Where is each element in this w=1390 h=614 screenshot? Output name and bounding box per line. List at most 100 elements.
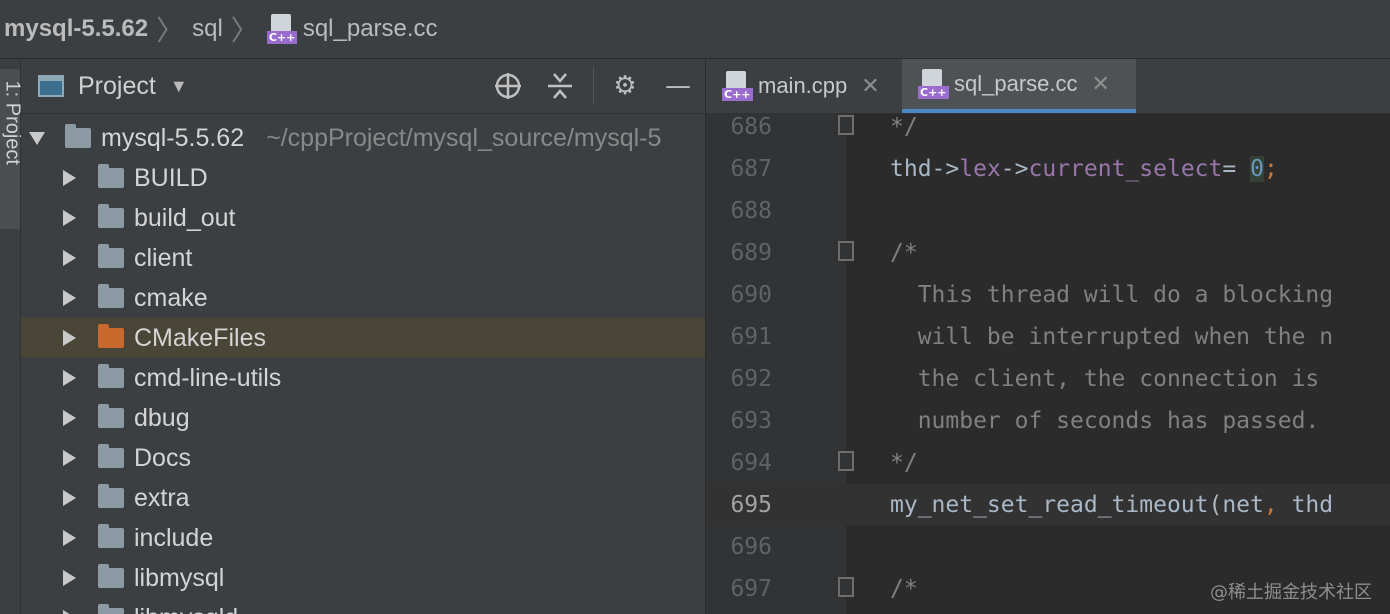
editor-tab-bar: C++ main.cpp ✕ C++ sql_parse.cc ✕ xyxy=(706,59,1390,114)
project-view-selector[interactable]: Project xyxy=(78,72,156,101)
project-tool-tab[interactable]: 1: Project xyxy=(0,69,24,229)
code-text: will be interrupted when the n xyxy=(890,316,1333,358)
tree-item[interactable]: cmake xyxy=(21,278,705,318)
line-number: 692 xyxy=(730,366,772,392)
code-area[interactable]: 686 */ 687 thd->lex->current_select= 0; 688 6… xyxy=(706,114,1390,614)
line-number: 694 xyxy=(730,450,772,476)
expand-arrow-icon[interactable] xyxy=(63,450,76,466)
code-text: the client, the connection is xyxy=(890,358,1320,400)
code-token: 0 xyxy=(1250,156,1264,182)
fold-marker-icon[interactable] xyxy=(838,451,854,471)
close-icon[interactable]: ✕ xyxy=(861,74,879,99)
tree-item[interactable]: dbug xyxy=(21,398,705,438)
folder-icon xyxy=(98,404,124,428)
tree-item[interactable]: extra xyxy=(21,478,705,518)
tab-label: sql_parse.cc xyxy=(954,71,1078,96)
code-line[interactable]: 694 */ xyxy=(706,442,1390,484)
editor: C++ main.cpp ✕ C++ sql_parse.cc ✕ 686 */6… xyxy=(706,59,1390,614)
code-text: number of seconds has passed. xyxy=(890,400,1320,442)
code-line[interactable]: 687 thd->lex->current_select= 0; xyxy=(706,148,1390,190)
code-token: */ xyxy=(890,450,918,476)
hide-icon[interactable]: — xyxy=(663,71,693,101)
tab-sql-parse-cc[interactable]: C++ sql_parse.cc ✕ xyxy=(902,59,1136,113)
tree-root-label: mysql-5.5.62 xyxy=(101,123,245,152)
code-line[interactable]: 691 will be interrupted when the n xyxy=(706,316,1390,358)
line-number: 689 xyxy=(730,240,772,266)
tree-item[interactable]: libmysql xyxy=(21,558,705,598)
line-number: 688 xyxy=(730,198,772,224)
expand-arrow-icon[interactable] xyxy=(63,530,76,546)
code-token: -> xyxy=(1000,156,1029,182)
chevron-down-icon[interactable]: ▼ xyxy=(170,76,188,97)
code-line[interactable]: 690 This thread will do a blocking xyxy=(706,274,1390,316)
tree-root[interactable]: mysql-5.5.62 ~/cppProject/mysql_source/m… xyxy=(21,118,705,158)
tree-item-label: build_out xyxy=(134,203,236,232)
expand-arrow-icon[interactable] xyxy=(63,210,76,226)
folder-icon xyxy=(65,124,91,148)
line-number: 696 xyxy=(730,534,772,560)
tree-root-path: ~/cppProject/mysql_source/mysql-5 xyxy=(266,123,662,152)
expand-arrow-icon[interactable] xyxy=(63,250,76,266)
expand-arrow-icon[interactable] xyxy=(63,570,76,586)
fold-marker-icon[interactable] xyxy=(838,115,854,135)
expand-arrow-icon[interactable] xyxy=(63,330,76,346)
line-number: 690 xyxy=(730,282,772,308)
tree-item[interactable]: include xyxy=(21,518,705,558)
code-text: thd->lex->current_select= 0; xyxy=(890,148,1278,190)
code-token: /* xyxy=(890,240,918,266)
expand-arrow-icon[interactable] xyxy=(63,610,76,614)
folder-icon xyxy=(98,524,124,548)
code-token: the client, the connection is xyxy=(890,366,1320,392)
code-token: lex xyxy=(959,156,1001,182)
collapse-all-icon[interactable] xyxy=(545,71,575,101)
tree-item[interactable]: build_out xyxy=(21,198,705,238)
expand-arrow-icon[interactable] xyxy=(63,370,76,386)
tree-item-label: cmd-line-utils xyxy=(134,363,282,392)
code-line[interactable]: 686 */ xyxy=(706,114,1390,148)
breadcrumb-separator: 〉 xyxy=(156,15,185,46)
code-line[interactable]: 689 /* xyxy=(706,232,1390,274)
folder-icon xyxy=(98,284,124,308)
code-token: my_net_set_read_timeout(net xyxy=(890,492,1264,518)
breadcrumb-project[interactable]: mysql-5.5.62 xyxy=(4,15,148,43)
expand-arrow-icon[interactable] xyxy=(63,490,76,506)
tree-item-label: dbug xyxy=(134,403,190,432)
tree-item-label: client xyxy=(134,243,193,272)
tree-item[interactable]: cmd-line-utils xyxy=(21,358,705,398)
line-number: 697 xyxy=(730,576,772,602)
tree-item-label: libmysql xyxy=(134,563,225,592)
tree-item[interactable]: CMakeFiles xyxy=(21,318,705,358)
tree-item[interactable]: Docs xyxy=(21,438,705,478)
close-icon[interactable]: ✕ xyxy=(1092,72,1110,97)
gear-icon[interactable]: ⚙ xyxy=(610,71,640,101)
tree-item[interactable]: client xyxy=(21,238,705,278)
code-token: This thread will do a blocking xyxy=(890,282,1334,308)
code-line[interactable]: 696 xyxy=(706,526,1390,568)
code-token: , xyxy=(1263,492,1292,518)
folder-icon xyxy=(98,204,124,228)
tree-item[interactable]: libmysqld xyxy=(21,598,705,614)
code-line[interactable]: 693 number of seconds has passed. xyxy=(706,400,1390,442)
breadcrumb-file[interactable]: C++ sql_parse.cc xyxy=(266,14,438,44)
project-window-icon xyxy=(38,75,64,97)
header-divider xyxy=(593,67,594,105)
line-number: 686 xyxy=(730,114,772,140)
expand-arrow-icon[interactable] xyxy=(63,410,76,426)
code-line[interactable]: 692 the client, the connection is xyxy=(706,358,1390,400)
code-token: current_select xyxy=(1028,156,1223,182)
code-text: my_net_set_read_timeout(net, thd xyxy=(890,484,1333,526)
tab-main-cpp[interactable]: C++ main.cpp ✕ xyxy=(722,59,902,113)
breadcrumb-file-label: sql_parse.cc xyxy=(302,15,438,42)
fold-marker-icon[interactable] xyxy=(838,577,854,597)
expand-arrow-icon[interactable] xyxy=(63,290,76,306)
expand-arrow-icon[interactable] xyxy=(29,131,45,145)
line-number: 695 xyxy=(730,492,772,518)
breadcrumb-folder[interactable]: sql xyxy=(192,15,223,43)
fold-marker-icon[interactable] xyxy=(838,241,854,261)
tree-item[interactable]: BUILD xyxy=(21,158,705,198)
code-line[interactable]: 688 xyxy=(706,190,1390,232)
current-code-line[interactable]: 695 my_net_set_read_timeout(net, thd xyxy=(706,484,1390,526)
expand-arrow-icon[interactable] xyxy=(63,170,76,186)
folder-icon xyxy=(98,604,124,614)
locate-icon[interactable] xyxy=(493,71,523,101)
